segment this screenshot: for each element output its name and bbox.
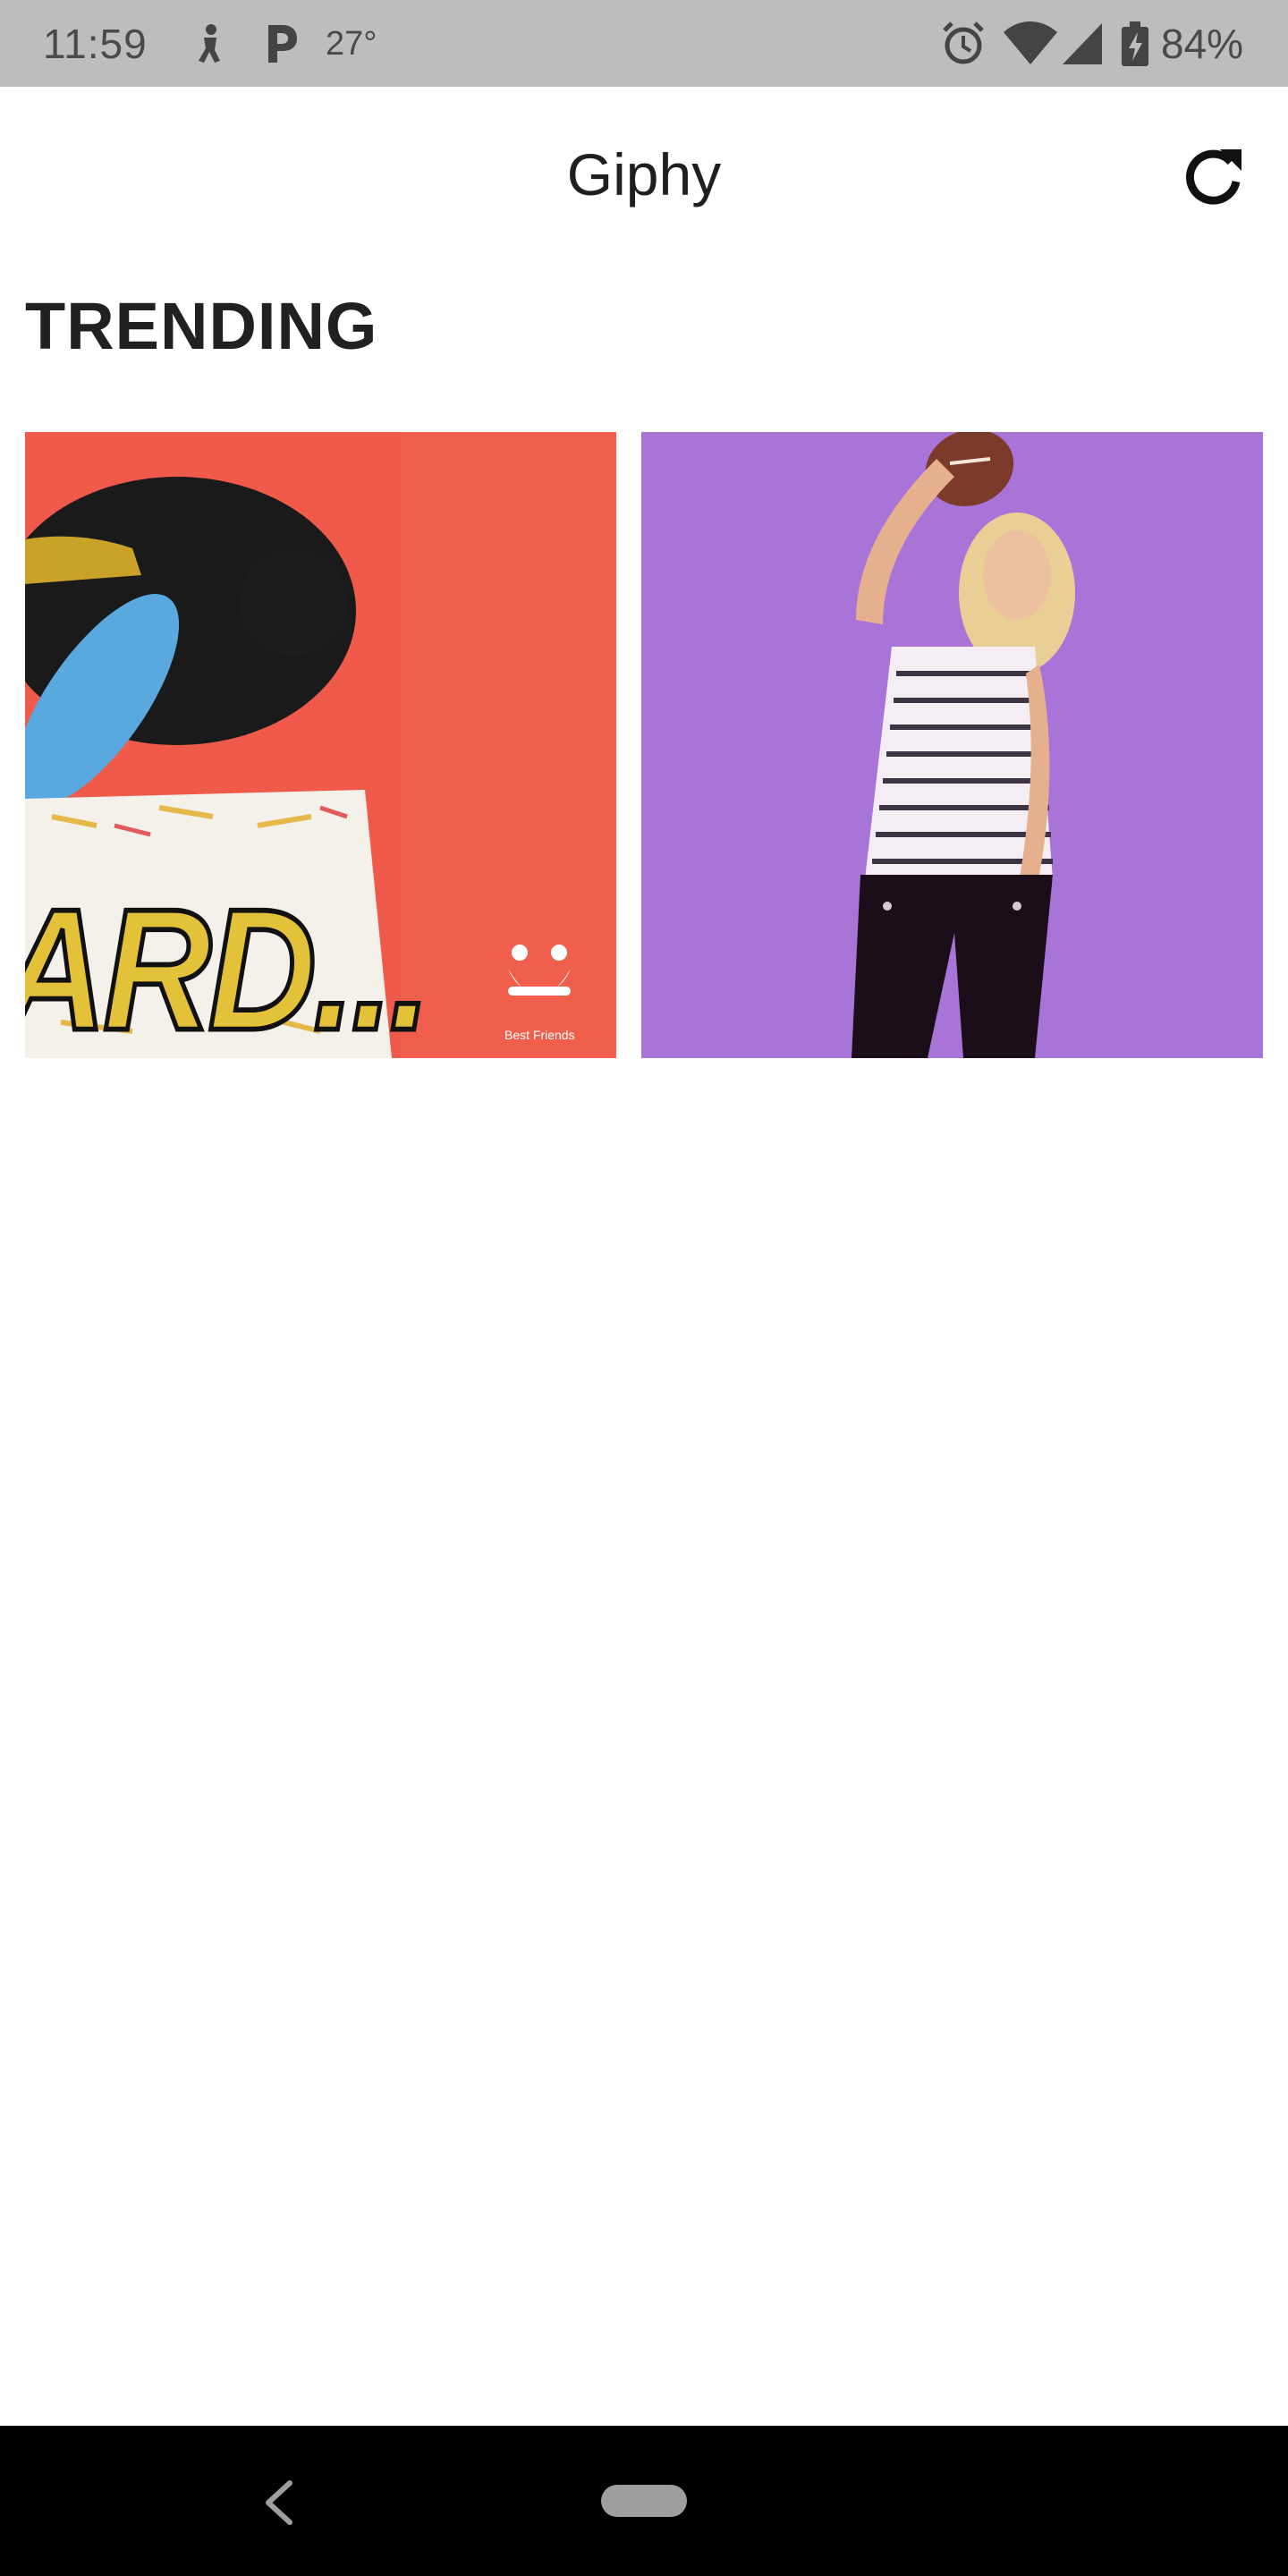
status-battery-percent: 84% (1161, 21, 1244, 67)
woman-football-gif[interactable] (641, 432, 1263, 1058)
cell-signal-icon (1063, 23, 1102, 64)
run-notification-icon (199, 24, 220, 63)
home-pill-icon[interactable] (601, 2485, 687, 2517)
wifi-icon (1004, 21, 1057, 64)
app-bar: Giphy (0, 87, 1288, 266)
status-time: 11:59 (43, 21, 148, 67)
app-title: Giphy (566, 141, 722, 208)
status-bar: 11:59 27° 84% (0, 0, 1288, 87)
parking-notification-icon (268, 25, 297, 63)
section-heading: TRENDING (25, 289, 378, 363)
navigation-bar (0, 2426, 1288, 2576)
pug-gif[interactable]: ARD... Best Friends (25, 432, 616, 1058)
refresh-icon (1185, 149, 1241, 205)
refresh-button[interactable] (1179, 142, 1247, 210)
alarm-icon (943, 21, 984, 64)
back-icon[interactable] (259, 2478, 299, 2528)
woman-football-gif-image (641, 432, 1263, 1058)
screen: 11:59 27° 84% Giphy TRENDING ARD... Best… (0, 0, 1288, 2576)
pug-gif-watermark: Best Friends (504, 1028, 575, 1042)
battery-charging-icon (1122, 21, 1148, 66)
pug-gif-caption: ARD... (25, 870, 434, 1058)
status-temperature: 27° (326, 25, 377, 63)
